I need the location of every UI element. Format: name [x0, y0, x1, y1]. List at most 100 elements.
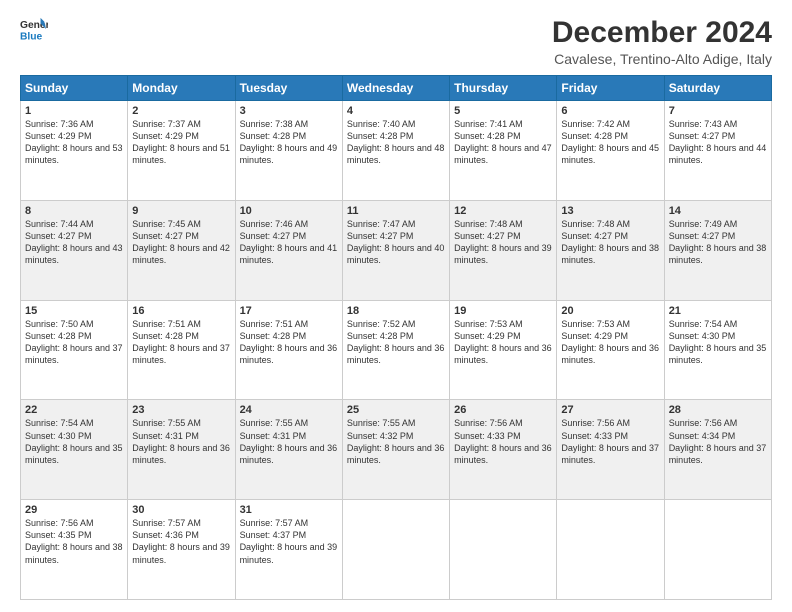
day-info: Sunrise: 7:54 AMSunset: 4:30 PMDaylight:… [25, 418, 123, 464]
calendar-day-cell: 23 Sunrise: 7:55 AMSunset: 4:31 PMDayligh… [128, 400, 235, 500]
day-info: Sunrise: 7:56 AMSunset: 4:33 PMDaylight:… [561, 418, 659, 464]
calendar-day-cell: 1 Sunrise: 7:36 AMSunset: 4:29 PMDaylight… [21, 101, 128, 201]
day-number: 12 [454, 205, 552, 217]
day-info: Sunrise: 7:43 AMSunset: 4:27 PMDaylight:… [669, 119, 767, 165]
day-number: 18 [347, 305, 445, 317]
weekday-header: Thursday [450, 76, 557, 101]
day-info: Sunrise: 7:53 AMSunset: 4:29 PMDaylight:… [454, 319, 552, 365]
calendar-day-cell: 28Sunrise: 7:56 AMSunset: 4:34 PMDayligh… [664, 400, 771, 500]
calendar-week-row: 22 Sunrise: 7:54 AMSunset: 4:30 PMDayligh… [21, 400, 772, 500]
day-number: 5 [454, 105, 552, 117]
calendar-day-cell: 13 Sunrise: 7:48 AMSunset: 4:27 PMDayligh… [557, 200, 664, 300]
day-info: Sunrise: 7:40 AMSunset: 4:28 PMDaylight:… [347, 119, 445, 165]
calendar-day-cell: 8Sunrise: 7:44 AMSunset: 4:27 PMDaylight… [21, 200, 128, 300]
day-info: Sunrise: 7:37 AMSunset: 4:29 PMDaylight:… [132, 119, 230, 165]
day-number: 11 [347, 205, 445, 217]
weekday-header: Sunday [21, 76, 128, 101]
calendar-day-cell: 25 Sunrise: 7:55 AMSunset: 4:32 PMDayligh… [342, 400, 449, 500]
calendar-day-cell [342, 500, 449, 600]
calendar-day-cell: 31Sunrise: 7:57 AMSunset: 4:37 PMDayligh… [235, 500, 342, 600]
day-number: 8 [25, 205, 123, 217]
day-info: Sunrise: 7:53 AMSunset: 4:29 PMDaylight:… [561, 319, 659, 365]
logo: General Blue [20, 16, 48, 44]
day-number: 24 [240, 404, 338, 416]
title-area: December 2024 Cavalese, Trentino-Alto Ad… [552, 16, 772, 67]
day-number: 29 [25, 504, 123, 516]
day-number: 16 [132, 305, 230, 317]
calendar-day-cell: 16Sunrise: 7:51 AMSunset: 4:28 PMDayligh… [128, 300, 235, 400]
calendar-day-cell [664, 500, 771, 600]
day-number: 10 [240, 205, 338, 217]
weekday-header: Tuesday [235, 76, 342, 101]
day-number: 15 [25, 305, 123, 317]
calendar-week-row: 15 Sunrise: 7:50 AMSunset: 4:28 PMDayligh… [21, 300, 772, 400]
calendar-header-row: SundayMondayTuesdayWednesdayThursdayFrid… [21, 76, 772, 101]
day-number: 25 [347, 404, 445, 416]
day-info: Sunrise: 7:55 AMSunset: 4:32 PMDaylight:… [347, 418, 445, 464]
calendar-day-cell: 26 Sunrise: 7:56 AMSunset: 4:33 PMDayligh… [450, 400, 557, 500]
day-number: 9 [132, 205, 230, 217]
header: General Blue December 2024 Cavalese, Tre… [20, 16, 772, 67]
main-title: December 2024 [552, 16, 772, 49]
svg-text:Blue: Blue [20, 31, 43, 42]
calendar-day-cell: 3Sunrise: 7:38 AMSunset: 4:28 PMDaylight… [235, 101, 342, 201]
calendar-week-row: 8Sunrise: 7:44 AMSunset: 4:27 PMDaylight… [21, 200, 772, 300]
day-info: Sunrise: 7:56 AMSunset: 4:33 PMDaylight:… [454, 418, 552, 464]
calendar-day-cell: 17 Sunrise: 7:51 AMSunset: 4:28 PMDayligh… [235, 300, 342, 400]
day-info: Sunrise: 7:45 AMSunset: 4:27 PMDaylight:… [132, 219, 230, 265]
calendar-day-cell: 11 Sunrise: 7:47 AMSunset: 4:27 PMDayligh… [342, 200, 449, 300]
calendar-day-cell: 4 Sunrise: 7:40 AMSunset: 4:28 PMDaylight… [342, 101, 449, 201]
weekday-header: Wednesday [342, 76, 449, 101]
calendar-day-cell [557, 500, 664, 600]
calendar-table: SundayMondayTuesdayWednesdayThursdayFrid… [20, 75, 772, 600]
day-number: 22 [25, 404, 123, 416]
day-info: Sunrise: 7:36 AMSunset: 4:29 PMDaylight:… [25, 119, 123, 165]
day-info: Sunrise: 7:55 AMSunset: 4:31 PMDaylight:… [132, 418, 230, 464]
day-number: 6 [561, 105, 659, 117]
day-number: 21 [669, 305, 767, 317]
day-number: 14 [669, 205, 767, 217]
day-info: Sunrise: 7:52 AMSunset: 4:28 PMDaylight:… [347, 319, 445, 365]
day-info: Sunrise: 7:46 AMSunset: 4:27 PMDaylight:… [240, 219, 338, 265]
calendar-day-cell: 29 Sunrise: 7:56 AMSunset: 4:35 PMDayligh… [21, 500, 128, 600]
day-info: Sunrise: 7:57 AMSunset: 4:36 PMDaylight:… [132, 518, 230, 564]
calendar-day-cell: 21 Sunrise: 7:54 AMSunset: 4:30 PMDayligh… [664, 300, 771, 400]
calendar-week-row: 1 Sunrise: 7:36 AMSunset: 4:29 PMDaylight… [21, 101, 772, 201]
day-info: Sunrise: 7:55 AMSunset: 4:31 PMDaylight:… [240, 418, 338, 464]
day-info: Sunrise: 7:41 AMSunset: 4:28 PMDaylight:… [454, 119, 552, 165]
day-number: 3 [240, 105, 338, 117]
day-info: Sunrise: 7:54 AMSunset: 4:30 PMDaylight:… [669, 319, 767, 365]
weekday-header: Friday [557, 76, 664, 101]
calendar-day-cell: 19Sunrise: 7:53 AMSunset: 4:29 PMDayligh… [450, 300, 557, 400]
day-number: 13 [561, 205, 659, 217]
calendar-day-cell: 7 Sunrise: 7:43 AMSunset: 4:27 PMDaylight… [664, 101, 771, 201]
calendar-day-cell: 5 Sunrise: 7:41 AMSunset: 4:28 PMDaylight… [450, 101, 557, 201]
day-info: Sunrise: 7:56 AMSunset: 4:35 PMDaylight:… [25, 518, 123, 564]
day-number: 1 [25, 105, 123, 117]
day-info: Sunrise: 7:50 AMSunset: 4:28 PMDaylight:… [25, 319, 123, 365]
calendar-day-cell: 27 Sunrise: 7:56 AMSunset: 4:33 PMDayligh… [557, 400, 664, 500]
calendar-day-cell: 12 Sunrise: 7:48 AMSunset: 4:27 PMDayligh… [450, 200, 557, 300]
logo-icon: General Blue [20, 16, 48, 44]
calendar-day-cell: 22 Sunrise: 7:54 AMSunset: 4:30 PMDayligh… [21, 400, 128, 500]
weekday-header: Monday [128, 76, 235, 101]
day-number: 27 [561, 404, 659, 416]
calendar-day-cell: 24 Sunrise: 7:55 AMSunset: 4:31 PMDayligh… [235, 400, 342, 500]
day-info: Sunrise: 7:48 AMSunset: 4:27 PMDaylight:… [561, 219, 659, 265]
day-info: Sunrise: 7:49 AMSunset: 4:27 PMDaylight:… [669, 219, 767, 265]
day-info: Sunrise: 7:48 AMSunset: 4:27 PMDaylight:… [454, 219, 552, 265]
page: General Blue December 2024 Cavalese, Tre… [0, 0, 792, 612]
day-number: 17 [240, 305, 338, 317]
day-number: 4 [347, 105, 445, 117]
day-number: 26 [454, 404, 552, 416]
calendar-day-cell: 15 Sunrise: 7:50 AMSunset: 4:28 PMDayligh… [21, 300, 128, 400]
weekday-header: Saturday [664, 76, 771, 101]
day-number: 7 [669, 105, 767, 117]
day-info: Sunrise: 7:51 AMSunset: 4:28 PMDaylight:… [240, 319, 338, 365]
day-number: 2 [132, 105, 230, 117]
day-info: Sunrise: 7:42 AMSunset: 4:28 PMDaylight:… [561, 119, 659, 165]
day-number: 23 [132, 404, 230, 416]
day-info: Sunrise: 7:47 AMSunset: 4:27 PMDaylight:… [347, 219, 445, 265]
calendar-day-cell: 6 Sunrise: 7:42 AMSunset: 4:28 PMDaylight… [557, 101, 664, 201]
subtitle: Cavalese, Trentino-Alto Adige, Italy [552, 51, 772, 67]
